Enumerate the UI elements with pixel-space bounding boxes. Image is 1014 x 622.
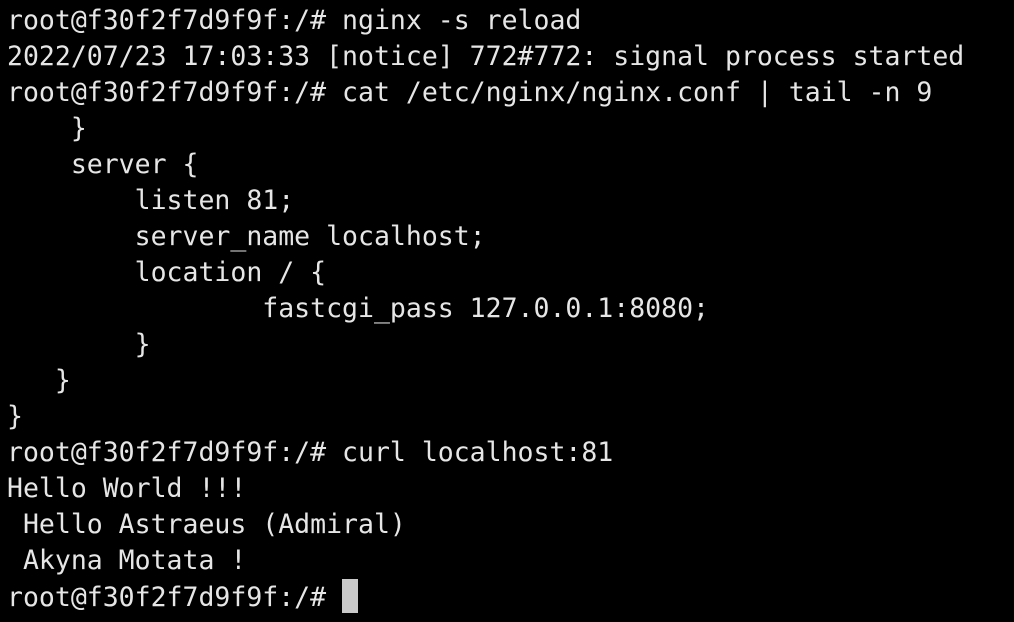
terminal-line: } <box>7 329 151 360</box>
terminal-line: root@f30f2f7d9f9f:/# nginx -s reload <box>7 5 582 36</box>
terminal-line: Hello World !!! <box>7 473 247 504</box>
terminal-line: } <box>7 401 23 432</box>
terminal-line: server_name localhost; <box>7 221 486 252</box>
terminal-line: listen 81; <box>7 185 295 216</box>
shell-prompt: root@f30f2f7d9f9f:/# <box>7 582 343 613</box>
terminal-line: root@f30f2f7d9f9f:/# curl localhost:81 <box>7 437 614 468</box>
terminal-line: } <box>7 113 87 144</box>
terminal-line: location / { <box>7 257 327 288</box>
terminal-line: Hello Astraeus (Admiral) <box>7 509 406 540</box>
terminal-line: fastcgi_pass 127.0.0.1:8080; <box>7 293 709 324</box>
terminal-line: server { <box>7 149 199 180</box>
terminal-line: root@f30f2f7d9f9f:/# cat /etc/nginx/ngin… <box>7 77 933 108</box>
terminal-line: Akyna Motata ! <box>7 545 247 576</box>
terminal-line: 2022/07/23 17:03:33 [notice] 772#772: si… <box>7 41 965 72</box>
text-cursor[interactable] <box>342 579 359 613</box>
active-prompt-line[interactable]: root@f30f2f7d9f9f:/# <box>7 579 1014 615</box>
terminal-window[interactable]: root@f30f2f7d9f9f:/# nginx -s reload 202… <box>0 0 1014 622</box>
terminal-line: } <box>7 365 71 396</box>
